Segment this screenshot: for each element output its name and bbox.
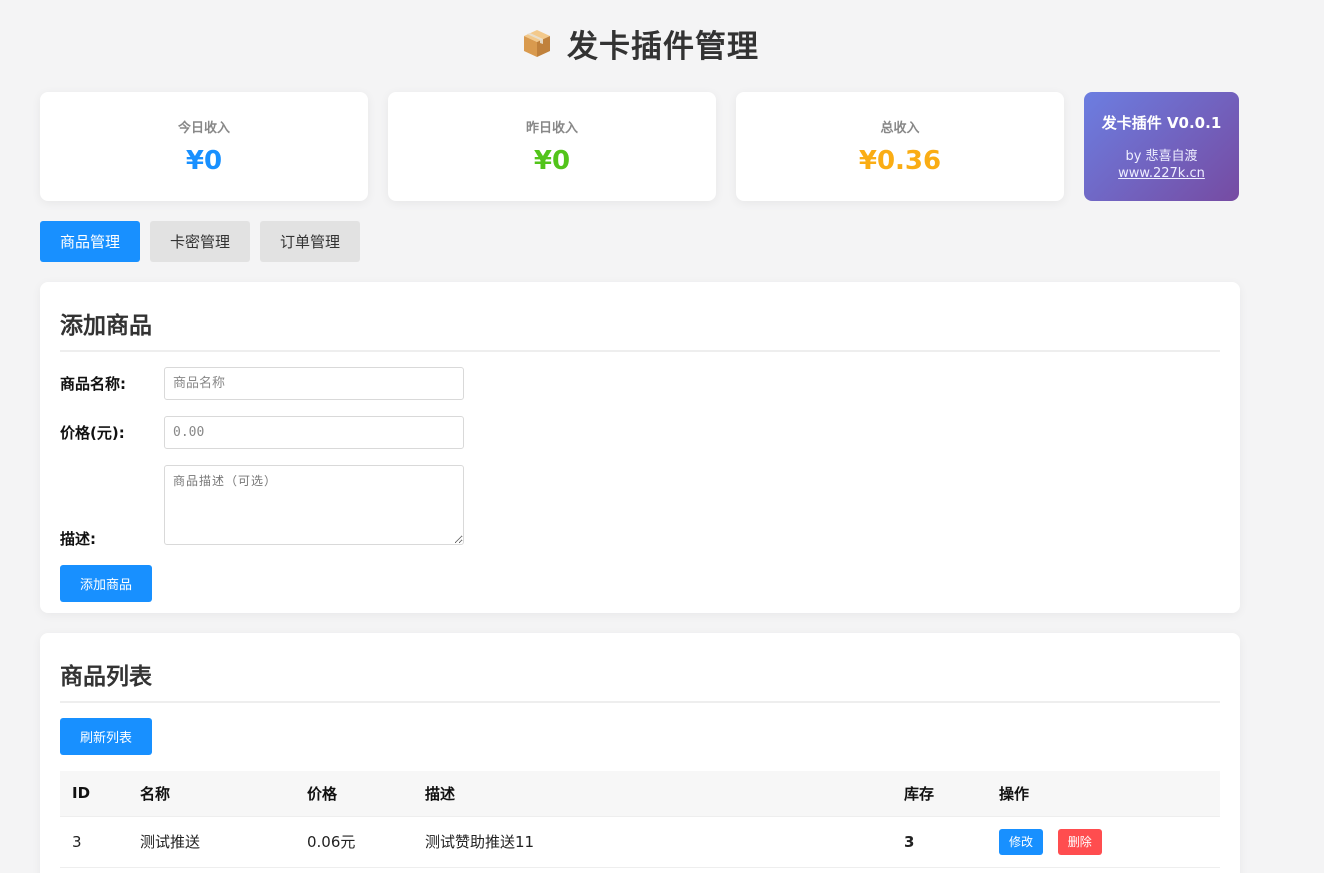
name-row: 商品名称: [60, 367, 1220, 400]
cell-price: 0.06元 [295, 816, 413, 868]
stat-label: 今日收入 [177, 121, 230, 136]
delete-button[interactable]: 删除 [1057, 828, 1102, 855]
brand-author: by 悲喜自渡 [1125, 149, 1198, 164]
table-row: 3 测试推送 0.06元 测试赞助推送11 3 修改 删除 [60, 816, 1220, 868]
column-header-desc: 描述 [413, 771, 892, 817]
product-name-input[interactable] [164, 367, 464, 400]
desc-label: 描述: [60, 530, 96, 548]
name-label: 商品名称: [60, 375, 126, 393]
page-title: 发卡插件管理 [567, 28, 759, 65]
refresh-list-button[interactable]: 刷新列表 [60, 718, 153, 755]
column-header-price: 价格 [295, 771, 413, 817]
tab-card-keys[interactable]: 卡密管理 [150, 221, 251, 262]
stat-label: 总收入 [880, 121, 920, 136]
table-header-row: ID 名称 价格 描述 库存 操作 [60, 771, 1220, 817]
price-row: 价格(元): [60, 416, 1220, 449]
cell-actions: 修改 删除 [987, 816, 1220, 868]
product-table: ID 名称 价格 描述 库存 操作 3 测试推送 0.06元 测试赞助推送11 … [60, 771, 1220, 868]
product-list-panel: 商品列表 刷新列表 ID 名称 价格 描述 库存 操作 3 测试推送 0.06元… [40, 633, 1240, 873]
column-header-id: ID [60, 771, 128, 817]
product-list-title: 商品列表 [60, 633, 1220, 703]
brand-link[interactable]: www.227k.cn [1118, 166, 1205, 181]
column-header-name: 名称 [128, 771, 295, 817]
stat-value: ¥0 [533, 146, 571, 176]
tab-bar: 商品管理 卡密管理 订单管理 [40, 221, 361, 262]
cell-stock: 3 [892, 816, 987, 868]
stat-value: ¥0.36 [858, 146, 942, 176]
tab-products[interactable]: 商品管理 [40, 221, 141, 262]
brand-card: 发卡插件 V0.0.1 by 悲喜自渡 www.227k.cn [1084, 92, 1239, 201]
add-product-button[interactable]: 添加商品 [60, 565, 153, 602]
description-textarea[interactable] [164, 465, 464, 545]
column-header-actions: 操作 [987, 771, 1220, 817]
column-header-stock: 库存 [892, 771, 987, 817]
edit-button[interactable]: 修改 [999, 828, 1044, 855]
page-header: 发卡插件管理 [0, 20, 1280, 66]
desc-row: 描述: [60, 465, 1220, 548]
price-label: 价格(元): [60, 424, 125, 442]
cell-id: 3 [60, 816, 128, 868]
stat-card-total: 总收入 ¥0.36 [736, 92, 1064, 201]
stat-card-yesterday: 昨日收入 ¥0 [388, 92, 716, 201]
cell-desc: 测试赞助推送11 [413, 816, 892, 868]
add-product-panel: 添加商品 商品名称: 价格(元): 描述: 添加商品 [40, 282, 1240, 613]
stat-label: 昨日收入 [525, 121, 578, 136]
brand-title: 发卡插件 V0.0.1 [1101, 114, 1222, 132]
cell-name: 测试推送 [128, 816, 295, 868]
stat-value: ¥0 [185, 146, 223, 176]
price-input[interactable] [164, 416, 464, 449]
package-icon [524, 30, 550, 57]
stats-row: 今日收入 ¥0 昨日收入 ¥0 总收入 ¥0.36 发卡插件 V0.0.1 by… [40, 92, 1239, 201]
add-product-title: 添加商品 [60, 282, 1220, 352]
stat-card-today: 今日收入 ¥0 [40, 92, 368, 201]
tab-orders[interactable]: 订单管理 [260, 221, 361, 262]
